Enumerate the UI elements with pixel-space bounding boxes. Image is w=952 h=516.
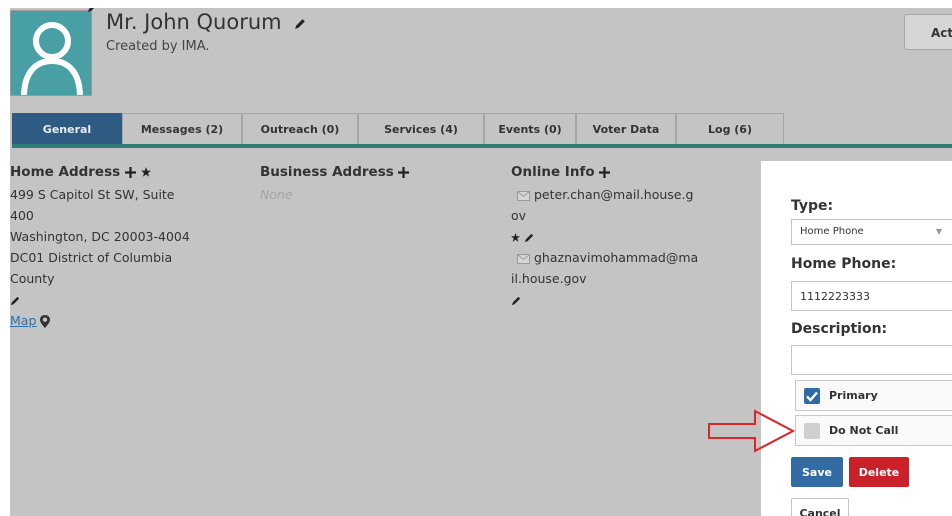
map-row: Map bbox=[10, 310, 220, 331]
home-address-title: Home Address bbox=[10, 164, 121, 180]
home-address-line-3: Washington, DC 20003-4004 bbox=[10, 229, 190, 244]
tab-bar: General Messages (2) Outreach (0) Servic… bbox=[12, 113, 784, 144]
add-online-info-plus-icon[interactable] bbox=[599, 166, 611, 178]
add-home-address-plus-icon[interactable] bbox=[124, 166, 136, 178]
contact-page: Mr. John Quorum Created by IMA. Actions … bbox=[10, 8, 952, 516]
contact-name-text: Mr. John Quorum bbox=[106, 10, 282, 34]
email-1-text[interactable]: peter.chan@mail.house.g bbox=[534, 187, 693, 202]
phone-edit-panel: Type: Home Phone ▼ Home Phone: 111222333… bbox=[761, 161, 952, 516]
business-address-heading: Business Address bbox=[260, 163, 480, 181]
do-not-call-checkbox-row[interactable]: Do Not Call bbox=[795, 415, 952, 446]
business-address-section: Business Address None bbox=[260, 163, 480, 205]
home-address-section: Home Address 499 S Capitol St SW, Suite … bbox=[10, 163, 220, 331]
tab-voter-data[interactable]: Voter Data bbox=[576, 113, 676, 144]
star-icon[interactable] bbox=[140, 167, 151, 177]
tab-log[interactable]: Log (6) bbox=[676, 113, 784, 144]
business-address-empty: None bbox=[260, 187, 293, 202]
created-by-text: Created by IMA. bbox=[106, 39, 210, 54]
email-1-actions bbox=[511, 226, 731, 247]
home-address-line-5: County bbox=[10, 271, 55, 286]
home-address-line-2: 400 bbox=[10, 208, 34, 223]
envelope-icon bbox=[517, 253, 530, 264]
map-marker-icon[interactable] bbox=[40, 315, 51, 328]
pencil-icon[interactable] bbox=[511, 295, 522, 306]
business-address-title: Business Address bbox=[260, 164, 394, 180]
avatar[interactable] bbox=[10, 10, 92, 96]
chevron-down-icon: ▼ bbox=[935, 227, 942, 236]
email-1-text-wrap: ov bbox=[511, 208, 527, 223]
avatar-edit-icon[interactable] bbox=[86, 8, 98, 14]
phone-type-select[interactable]: Home Phone ▼ bbox=[791, 219, 952, 245]
do-not-call-checkbox[interactable] bbox=[804, 423, 820, 439]
tab-messages[interactable]: Messages (2) bbox=[122, 113, 242, 144]
email-2-row: ghaznavimohammad@ma bbox=[511, 247, 731, 268]
map-link[interactable]: Map bbox=[10, 313, 36, 328]
email-2-actions bbox=[511, 289, 731, 310]
do-not-call-label: Do Not Call bbox=[829, 424, 899, 437]
online-info-section: Online Info peter.chan@mail.house.g ov g… bbox=[511, 163, 731, 310]
description-input[interactable] bbox=[791, 345, 952, 375]
pencil-icon[interactable] bbox=[10, 295, 21, 306]
primary-label: Primary bbox=[829, 389, 878, 402]
primary-checkbox-row[interactable]: Primary bbox=[795, 380, 952, 411]
email-2-text-wrap: il.house.gov bbox=[511, 271, 587, 286]
checkmark-icon bbox=[806, 391, 818, 402]
home-address-heading: Home Address bbox=[10, 163, 220, 181]
star-icon[interactable] bbox=[511, 233, 520, 242]
online-info-heading: Online Info bbox=[511, 163, 731, 181]
phone-type-value: Home Phone bbox=[800, 226, 864, 237]
online-info-title: Online Info bbox=[511, 164, 595, 180]
delete-button[interactable]: Delete bbox=[849, 457, 909, 487]
pencil-icon[interactable] bbox=[524, 232, 535, 243]
contact-name: Mr. John Quorum bbox=[106, 10, 307, 34]
email-1-row: peter.chan@mail.house.g bbox=[511, 184, 731, 205]
home-address-line-1: 499 S Capitol St SW, Suite bbox=[10, 187, 175, 202]
home-address-line-4: DC01 District of Columbia bbox=[10, 250, 173, 265]
envelope-icon bbox=[517, 190, 530, 201]
tab-outreach[interactable]: Outreach (0) bbox=[242, 113, 358, 144]
type-label: Type: bbox=[791, 198, 834, 214]
tab-services[interactable]: Services (4) bbox=[358, 113, 484, 144]
home-phone-label: Home Phone: bbox=[791, 256, 897, 272]
home-phone-input[interactable]: 1112223333 bbox=[791, 281, 952, 311]
home-address-edit-row bbox=[10, 289, 220, 310]
pencil-icon[interactable] bbox=[294, 17, 307, 30]
tab-events[interactable]: Events (0) bbox=[484, 113, 576, 144]
primary-checkbox[interactable] bbox=[804, 388, 820, 404]
cancel-button[interactable]: Cancel bbox=[791, 498, 849, 516]
person-silhouette-icon bbox=[21, 22, 83, 95]
email-2-text[interactable]: ghaznavimohammad@ma bbox=[534, 250, 698, 265]
tab-general[interactable]: General bbox=[12, 113, 122, 144]
annotation-arrow-icon bbox=[708, 409, 796, 453]
description-label: Description: bbox=[791, 321, 888, 337]
save-button[interactable]: Save bbox=[791, 457, 843, 487]
tab-underline bbox=[12, 144, 952, 148]
actions-button[interactable]: Actions bbox=[904, 14, 952, 50]
add-business-address-plus-icon[interactable] bbox=[398, 166, 410, 178]
